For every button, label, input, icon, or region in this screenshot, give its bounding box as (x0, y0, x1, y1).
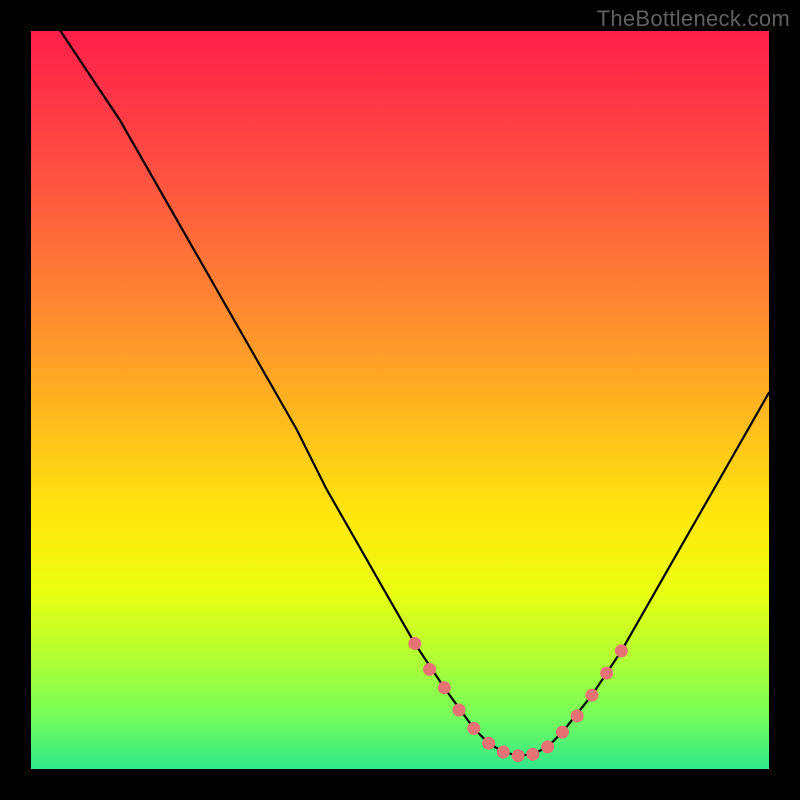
highlight-dot (585, 689, 598, 702)
highlight-dot (453, 704, 466, 717)
highlight-dot (600, 667, 613, 680)
highlight-dot (408, 637, 421, 650)
highlight-dot (571, 709, 584, 722)
highlight-dot (526, 748, 539, 761)
highlight-dot (482, 737, 495, 750)
highlight-dot (615, 644, 628, 657)
highlight-dot (497, 746, 510, 759)
chart-plot-area (31, 31, 769, 769)
highlight-dots (408, 637, 628, 762)
highlight-dot (556, 726, 569, 739)
chart-svg (31, 31, 769, 769)
bottleneck-curve (31, 0, 769, 756)
highlight-dot (541, 740, 554, 753)
chart-frame: TheBottleneck.com (0, 0, 800, 800)
highlight-dot (423, 663, 436, 676)
watermark-text: TheBottleneck.com (597, 6, 790, 32)
highlight-dot (438, 681, 451, 694)
highlight-dot (512, 749, 525, 762)
highlight-dot (467, 722, 480, 735)
